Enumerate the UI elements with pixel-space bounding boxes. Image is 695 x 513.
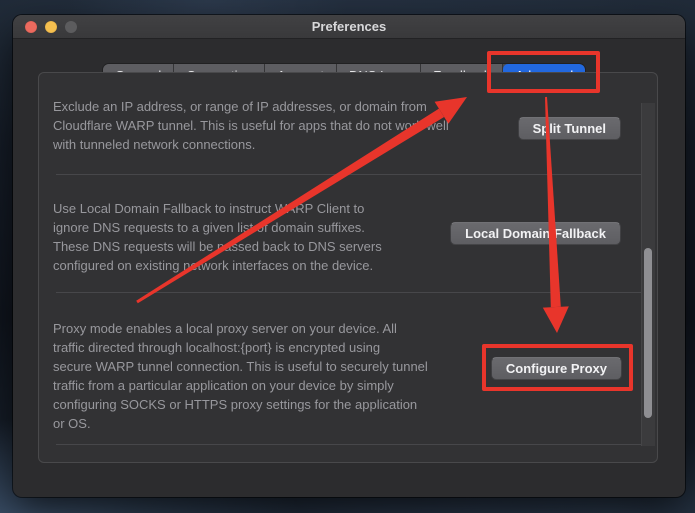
section-divider xyxy=(56,174,641,175)
section-divider xyxy=(56,444,641,445)
scrollbar-thumb[interactable] xyxy=(644,248,652,418)
proxy-mode-description: Proxy mode enables a local proxy server … xyxy=(53,319,428,433)
window-title: Preferences xyxy=(13,15,685,39)
split-tunnel-button[interactable]: Split Tunnel xyxy=(518,117,621,140)
preferences-window: Preferences General Connection Account D… xyxy=(13,15,685,497)
section-divider xyxy=(56,292,641,293)
scrollbar-track[interactable] xyxy=(641,103,655,446)
local-domain-fallback-description: Use Local Domain Fallback to instruct WA… xyxy=(53,199,382,275)
split-tunnel-description: Exclude an IP address, or range of IP ad… xyxy=(53,97,449,154)
advanced-settings-panel: Exclude an IP address, or range of IP ad… xyxy=(38,72,658,463)
local-domain-fallback-button[interactable]: Local Domain Fallback xyxy=(450,222,621,245)
configure-proxy-button[interactable]: Configure Proxy xyxy=(491,357,622,380)
desktop-wallpaper: Preferences General Connection Account D… xyxy=(0,0,695,513)
titlebar[interactable]: Preferences xyxy=(13,15,685,39)
